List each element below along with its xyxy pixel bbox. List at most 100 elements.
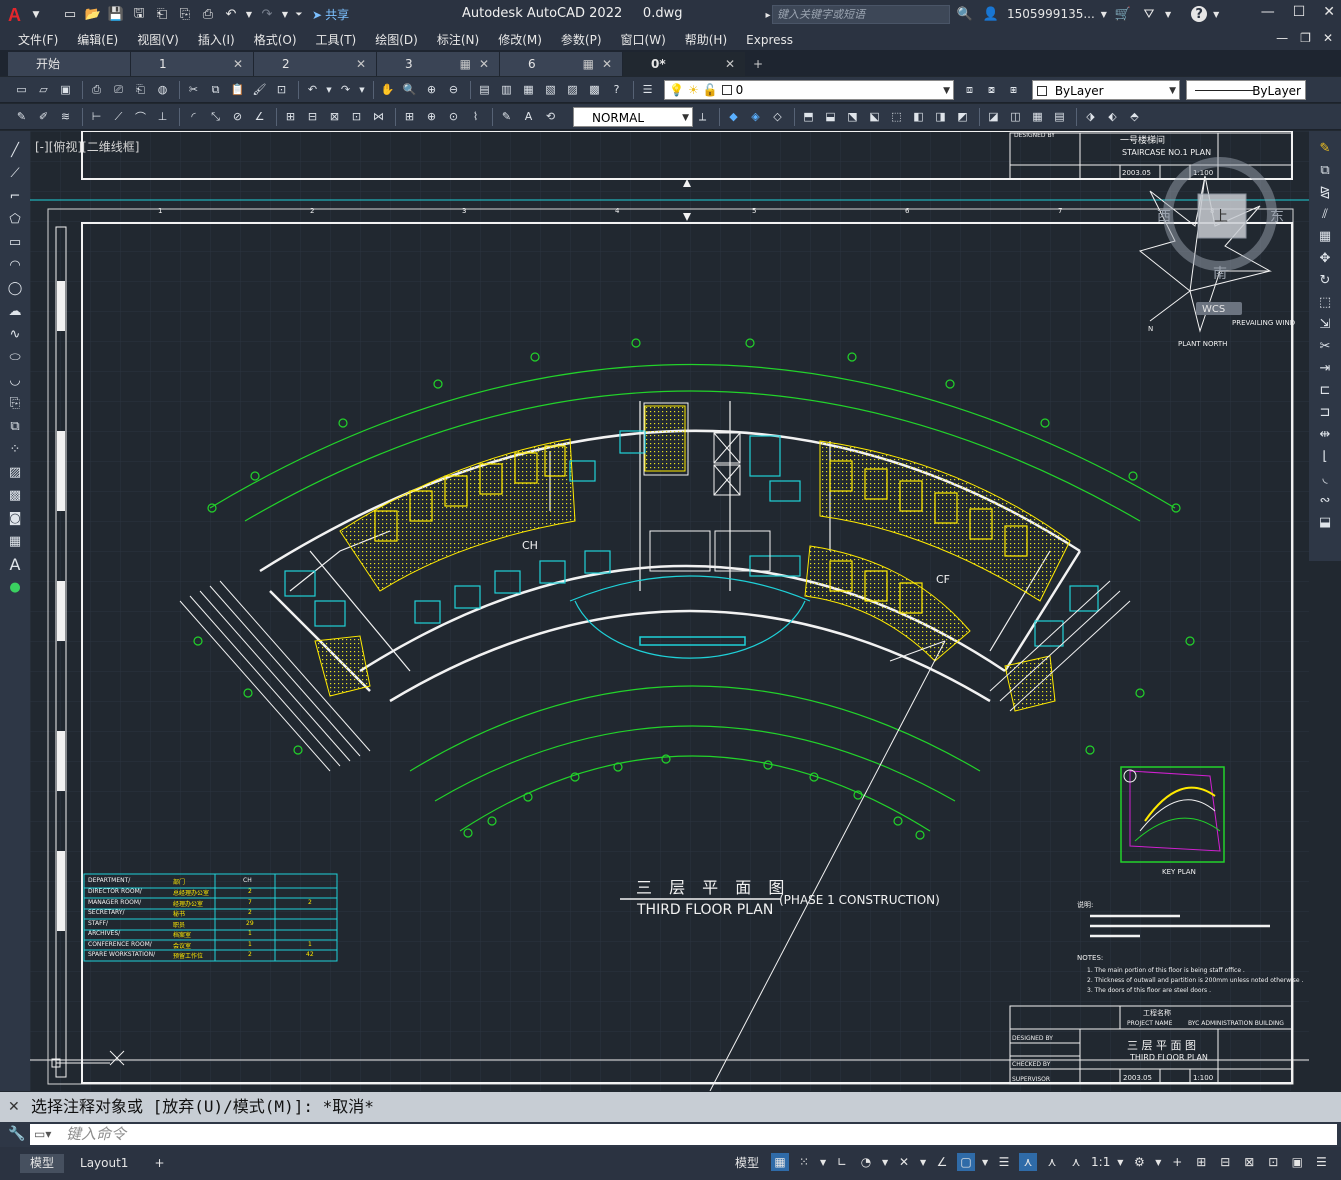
baseline-dim-icon[interactable]: ⊟ [303, 107, 322, 126]
viewcube-east-label[interactable]: 东 [1270, 209, 1284, 225]
open-icon[interactable]: ▱ [34, 80, 53, 99]
break-icon[interactable]: ⊐ [1315, 403, 1335, 422]
make-current-layer-icon[interactable]: ⧈ [960, 80, 979, 99]
move-icon[interactable]: ✥ [1315, 249, 1335, 268]
undo-dropdown-icon[interactable]: ▼ [244, 5, 254, 25]
search-icon[interactable]: 🔍 [955, 4, 975, 24]
annotation-scale-value[interactable]: 1:1 [1091, 1155, 1110, 1169]
block-icon[interactable]: ⬒ [799, 107, 818, 126]
publish-icon[interactable]: ⎗ [131, 80, 150, 99]
layer-tools-icon[interactable]: ≋ [56, 107, 75, 126]
dim-update-icon[interactable]: ⟲ [541, 107, 560, 126]
redo-dropdown-icon[interactable]: ▼ [280, 5, 290, 25]
radius-dim-icon[interactable]: ◜ [184, 107, 203, 126]
quick-properties-icon[interactable]: ⊟ [1216, 1153, 1234, 1171]
layer-properties-icon[interactable]: ☰ [638, 80, 657, 99]
sheet-set-icon[interactable]: ▧ [541, 80, 560, 99]
workspace-dropdown-icon[interactable]: ▼ [1154, 1153, 1162, 1171]
app-dropdown-icon[interactable]: ▼ [1165, 10, 1171, 19]
customize-icon[interactable]: 🔧 [8, 1126, 25, 1142]
menu-file[interactable]: 文件(F) [18, 31, 58, 48]
layer-previous-icon[interactable]: ⧇ [982, 80, 1001, 99]
xref-icon[interactable]: ⬕ [865, 107, 884, 126]
diameter-dim-icon[interactable]: ⊘ [228, 107, 247, 126]
blend-curves-icon[interactable]: ∾ [1315, 491, 1335, 510]
arc-icon[interactable]: ◠ [5, 256, 25, 275]
attribute-icon[interactable]: ⬔ [843, 107, 862, 126]
tab-close-icon[interactable]: ✕ [233, 52, 243, 76]
dimstyle-dropdown[interactable]: NORMAL ▼ [573, 106, 693, 127]
polyline-icon[interactable]: ⌐ [5, 187, 25, 206]
point-icon[interactable]: ⁘ [5, 440, 25, 459]
snap-dropdown-icon[interactable]: ▼ [819, 1153, 827, 1171]
3d-print-icon[interactable]: ◍ [153, 80, 172, 99]
trim-icon[interactable]: ✂ [1315, 337, 1335, 356]
open-file-icon[interactable]: 📂 [83, 5, 103, 25]
linetype-dropdown[interactable]: ByLayer [1186, 79, 1306, 100]
layout-grid-icon[interactable]: ▦ [460, 52, 471, 76]
cut-icon[interactable]: ✂ [184, 80, 203, 99]
ungroup-icon[interactable]: ◫ [1006, 107, 1025, 126]
extend-icon[interactable]: ⇥ [1315, 359, 1335, 378]
dim-style-icon[interactable]: ⟂ [693, 107, 712, 126]
inspection-icon[interactable]: ⊙ [444, 107, 463, 126]
help-dropdown-icon[interactable]: ▼ [1213, 10, 1219, 19]
revision-cloud-icon[interactable]: ☁ [5, 302, 25, 321]
quick-dim-icon[interactable]: ⊞ [281, 107, 300, 126]
units-icon[interactable]: ⊞ [1192, 1153, 1210, 1171]
menu-draw[interactable]: 绘图(D) [375, 31, 418, 48]
clean-screen-icon[interactable]: ▣ [1288, 1153, 1306, 1171]
properties-palette-icon[interactable]: ⬘ [1125, 107, 1144, 126]
new-icon[interactable]: ▭ [12, 80, 31, 99]
insert-block-icon[interactable]: ⎘ [5, 394, 25, 413]
layer-state-icon[interactable]: ⧆ [1004, 80, 1023, 99]
construction-line-icon[interactable]: ⟋ [5, 164, 25, 183]
arc-length-icon[interactable]: ⌒ [131, 107, 150, 126]
erase-icon[interactable]: ✎ [1315, 139, 1335, 158]
close-icon[interactable]: ✕ [1323, 4, 1335, 20]
help-icon[interactable]: ? [1191, 6, 1208, 22]
line-icon[interactable]: ╱ [5, 141, 25, 160]
autodesk-app-icon[interactable]: ⛛ [1139, 4, 1159, 24]
object-snap-dropdown-icon[interactable]: ▼ [981, 1153, 989, 1171]
tab-2[interactable]: 2 ✕ [254, 52, 377, 76]
plot-icon[interactable]: ⎙ [87, 80, 106, 99]
menu-window[interactable]: 窗口(W) [621, 31, 666, 48]
chamfer-icon[interactable]: ⌊ [1315, 447, 1335, 466]
multiline-text-icon[interactable]: A [5, 555, 25, 574]
menu-dimension[interactable]: 标注(N) [437, 31, 479, 48]
jogged-dim-icon[interactable]: ⤡ [206, 107, 225, 126]
save-icon[interactable]: 💾 [106, 5, 126, 25]
quickcalc-icon[interactable]: ▩ [585, 80, 604, 99]
viewcube-west-label[interactable]: 西 [1157, 209, 1171, 225]
close-command-line-icon[interactable]: ✕ [8, 1092, 20, 1122]
maximize-icon[interactable]: ☐ [1293, 4, 1306, 20]
ortho-icon[interactable]: ∟ [833, 1153, 851, 1171]
tab-close-icon[interactable]: ✕ [479, 52, 489, 76]
redo-icon[interactable]: ↷ [336, 80, 355, 99]
tolerance-icon[interactable]: ⊞ [400, 107, 419, 126]
continue-dim-icon[interactable]: ⊠ [325, 107, 344, 126]
circle-icon[interactable]: ◯ [5, 279, 25, 298]
doc-restore-icon[interactable]: ❐ [1300, 31, 1311, 45]
customize-qat-icon[interactable]: ⏷ [293, 5, 305, 25]
tab-close-icon[interactable]: ✕ [356, 52, 366, 76]
plot-preview-icon[interactable]: ⎚ [109, 80, 128, 99]
dim-break-icon[interactable]: ⋈ [369, 107, 388, 126]
ellipse-arc-icon[interactable]: ◡ [5, 371, 25, 390]
customize-status-icon[interactable]: ☰ [1312, 1153, 1330, 1171]
menu-express[interactable]: Express [746, 33, 793, 47]
tab-close-icon[interactable]: ✕ [602, 52, 612, 76]
model-space-label[interactable]: 模型 [735, 1154, 759, 1171]
explode-icon[interactable]: ⬓ [1315, 513, 1335, 532]
menu-edit[interactable]: 编辑(E) [77, 31, 118, 48]
workspace-gear-icon[interactable]: ⚙ [1130, 1153, 1148, 1171]
layer-on-icon[interactable]: 💡 [669, 80, 684, 100]
search-input[interactable]: 键入关键字或短语 [772, 5, 950, 24]
region-icon[interactable]: ◧ [909, 107, 928, 126]
rotate-icon[interactable]: ↻ [1315, 271, 1335, 290]
annotation-visibility-icon[interactable]: ⋏ [1019, 1153, 1038, 1171]
shade-icon[interactable]: ◈ [746, 107, 765, 126]
dim-edit-icon[interactable]: ✎ [497, 107, 516, 126]
paste-icon[interactable]: 📋 [228, 80, 247, 99]
